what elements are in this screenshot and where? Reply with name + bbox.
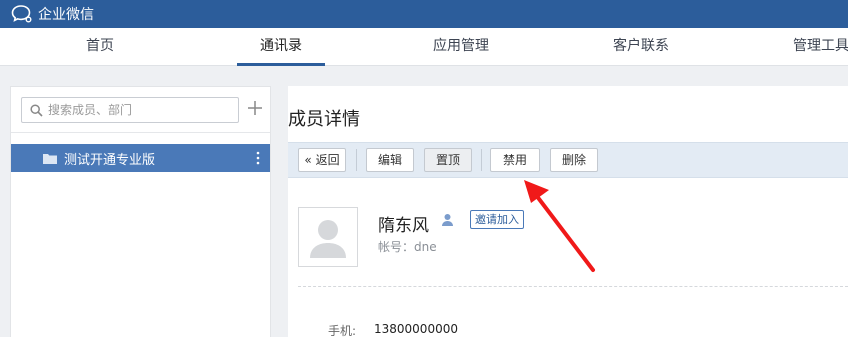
back-label: 返回	[315, 153, 340, 167]
sidebar-divider	[11, 132, 270, 133]
disable-button[interactable]: 禁用	[490, 148, 540, 172]
member-account: 帐号：dne	[378, 240, 437, 254]
top-bar: 企业微信	[0, 0, 848, 28]
sidebar: 测试开通专业版	[10, 86, 271, 337]
brand[interactable]: 企业微信	[11, 3, 94, 25]
avatar	[298, 207, 358, 267]
main-nav: 首页 通讯录 应用管理 客户联系 管理工具	[0, 28, 848, 66]
back-button[interactable]: « 返回	[298, 148, 346, 172]
pin-to-top-button[interactable]: 置顶	[424, 148, 472, 172]
delete-button[interactable]: 删除	[550, 148, 598, 172]
default-avatar-icon	[310, 220, 346, 258]
section-divider	[298, 286, 848, 287]
tab-customer-contact[interactable]: 客户联系	[596, 28, 686, 66]
add-icon[interactable]	[247, 100, 263, 116]
toolbar-divider	[481, 149, 482, 171]
more-vertical-icon[interactable]	[256, 151, 260, 165]
member-detail-panel: 成员详情 « 返回 编辑 置顶 禁用 删除 隋东风 邀请加入 帐号：dne 手机…	[288, 86, 848, 337]
phone-value: 13800000000	[374, 322, 458, 336]
toolbar-divider	[356, 149, 357, 171]
page-title: 成员详情	[288, 109, 360, 130]
department-item[interactable]: 测试开通专业版	[11, 144, 270, 172]
back-arrow-icon: «	[304, 153, 312, 167]
tab-management-tools[interactable]: 管理工具	[776, 28, 848, 66]
folder-icon	[43, 153, 57, 164]
tab-app-management[interactable]: 应用管理	[416, 28, 506, 66]
invite-button[interactable]: 邀请加入	[470, 210, 524, 229]
search-icon	[30, 104, 43, 117]
app-title: 企业微信	[38, 7, 94, 23]
member-name: 隋东风	[378, 216, 429, 236]
phone-label: 手机:	[328, 324, 357, 337]
detail-toolbar: « 返回 编辑 置顶 禁用 删除	[288, 142, 848, 178]
department-label: 测试开通专业版	[64, 152, 156, 168]
edit-button[interactable]: 编辑	[366, 148, 414, 172]
tab-contacts[interactable]: 通讯录	[237, 28, 325, 66]
search-input[interactable]	[48, 98, 236, 122]
search-box[interactable]	[21, 97, 239, 123]
person-icon	[442, 214, 453, 226]
chat-bubble-icon	[11, 5, 32, 23]
tab-home[interactable]: 首页	[60, 28, 140, 66]
